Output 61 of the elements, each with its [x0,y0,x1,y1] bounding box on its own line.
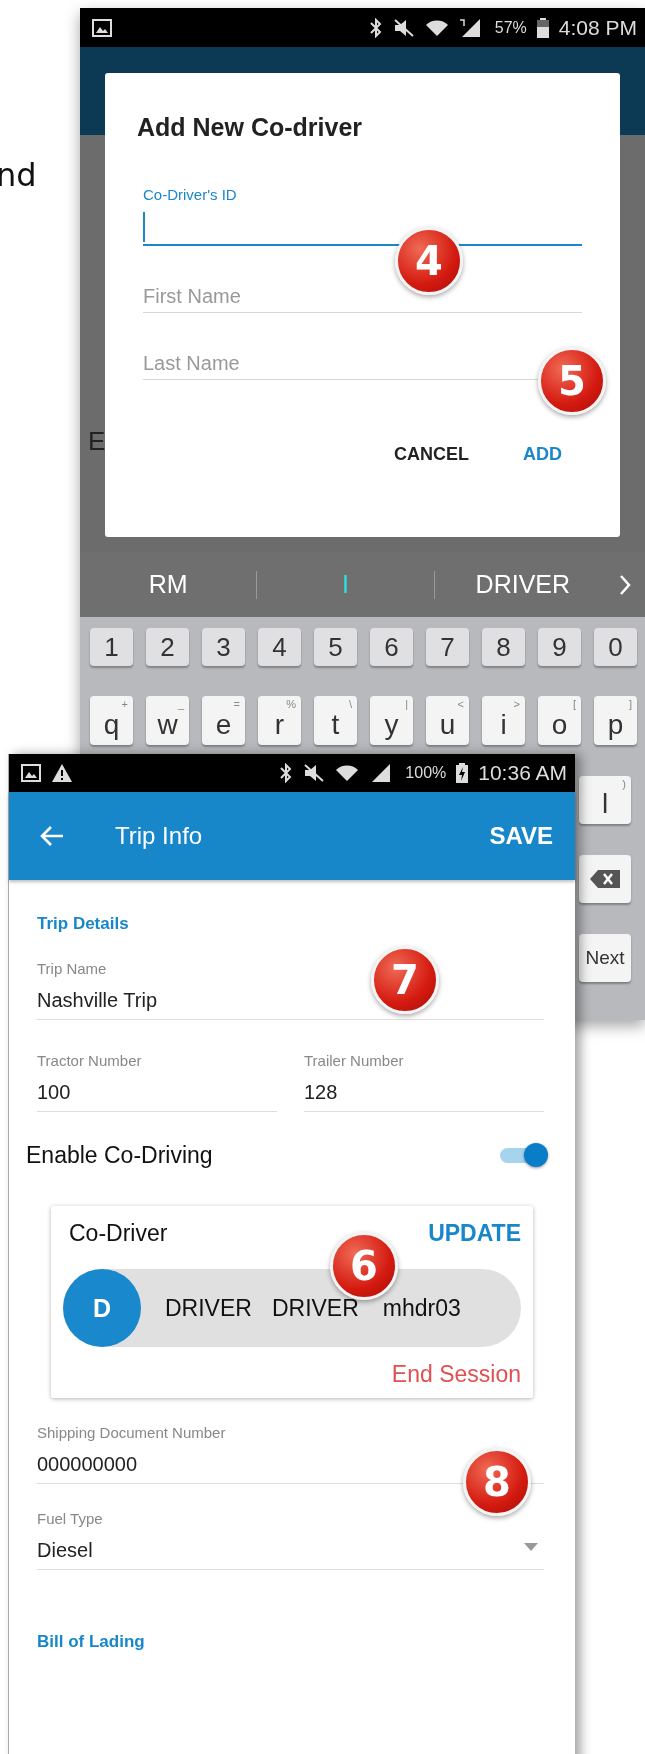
keyboard-key[interactable]: [ o [538,696,581,745]
battery-icon [536,17,549,38]
keyboard-key[interactable]: 1 [90,628,133,666]
keyboard-key[interactable]: _ w [146,696,189,745]
suggestion[interactable]: RM [80,570,257,599]
suggestion[interactable]: DRIVER [434,570,611,599]
wifi-icon [335,764,360,782]
input-field[interactable]: Tractor Number 100 [37,1052,277,1112]
chevron-icon[interactable] [619,573,631,596]
driver-name: DRIVER [165,1294,252,1322]
mute-icon [303,764,326,782]
keyboard-key[interactable]: 8 [482,628,525,666]
status-time: 4:08 PM [558,15,637,40]
end-session-link[interactable]: End Session [391,1361,521,1388]
input-field[interactable]: Trailer Number 128 [304,1052,544,1112]
card-title: Co-Driver [69,1220,168,1247]
keyboard-key[interactable]: \ t [314,696,357,745]
keyboard-key[interactable]: ] p [594,696,637,745]
keyboard-key[interactable]: % r [258,696,301,745]
picture-icon [21,764,41,782]
save-button[interactable]: SAVE [489,822,553,850]
screen-title: Trip Info [115,822,204,850]
keyboard-key[interactable]: 2 [146,628,189,666]
dialog-button[interactable]: CANCEL [394,440,469,469]
bluetooth-icon [368,17,383,38]
setting-label: E [88,426,106,457]
battery-percent: 57% [494,18,527,37]
avatar: D [63,1269,141,1347]
keyboard-key[interactable]: ) l [579,776,631,824]
keyboard-key[interactable]: 3 [202,628,245,666]
back-arrow-icon[interactable] [39,825,65,847]
status-time: 10:36 AM [478,761,567,785]
charging-battery-icon [456,763,469,783]
keyboard-key[interactable]: + q [90,696,133,745]
warning-icon [51,763,73,783]
backspace-icon [590,870,620,888]
backspace-key[interactable] [579,855,631,903]
picture-icon [92,18,112,37]
wifi-icon [424,18,449,37]
keyboard-key[interactable]: 6 [370,628,413,666]
update-button[interactable]: UPDATE [428,1220,521,1247]
battery-percent: 100% [405,764,447,782]
dialog-title: Add New Co-driver [137,113,364,142]
mute-icon [392,18,415,37]
next-key[interactable]: Next [579,934,631,982]
setting-label: Enable Co-Driving [26,1141,213,1169]
bluetooth-icon [279,763,294,783]
keyboard-key[interactable]: < u [426,696,469,745]
signal-icon [458,17,481,38]
keyboard-key[interactable]: = e [202,696,245,745]
keyboard-key[interactable]: | y [370,696,413,745]
keyboard-key[interactable]: 5 [314,628,357,666]
section-heading: Trip Details [37,914,130,934]
keyboard-key[interactable]: 0 [594,628,637,666]
keyboard-key[interactable]: 4 [258,628,301,666]
section-heading: Bill of Lading [37,1632,146,1652]
keyboard-key[interactable]: 7 [426,628,469,666]
dropdown-caret-icon [524,1543,538,1551]
keyboard-key[interactable]: > i [482,696,525,745]
dialog-button[interactable]: ADD [523,440,562,469]
keyboard-key[interactable]: 9 [538,628,581,666]
